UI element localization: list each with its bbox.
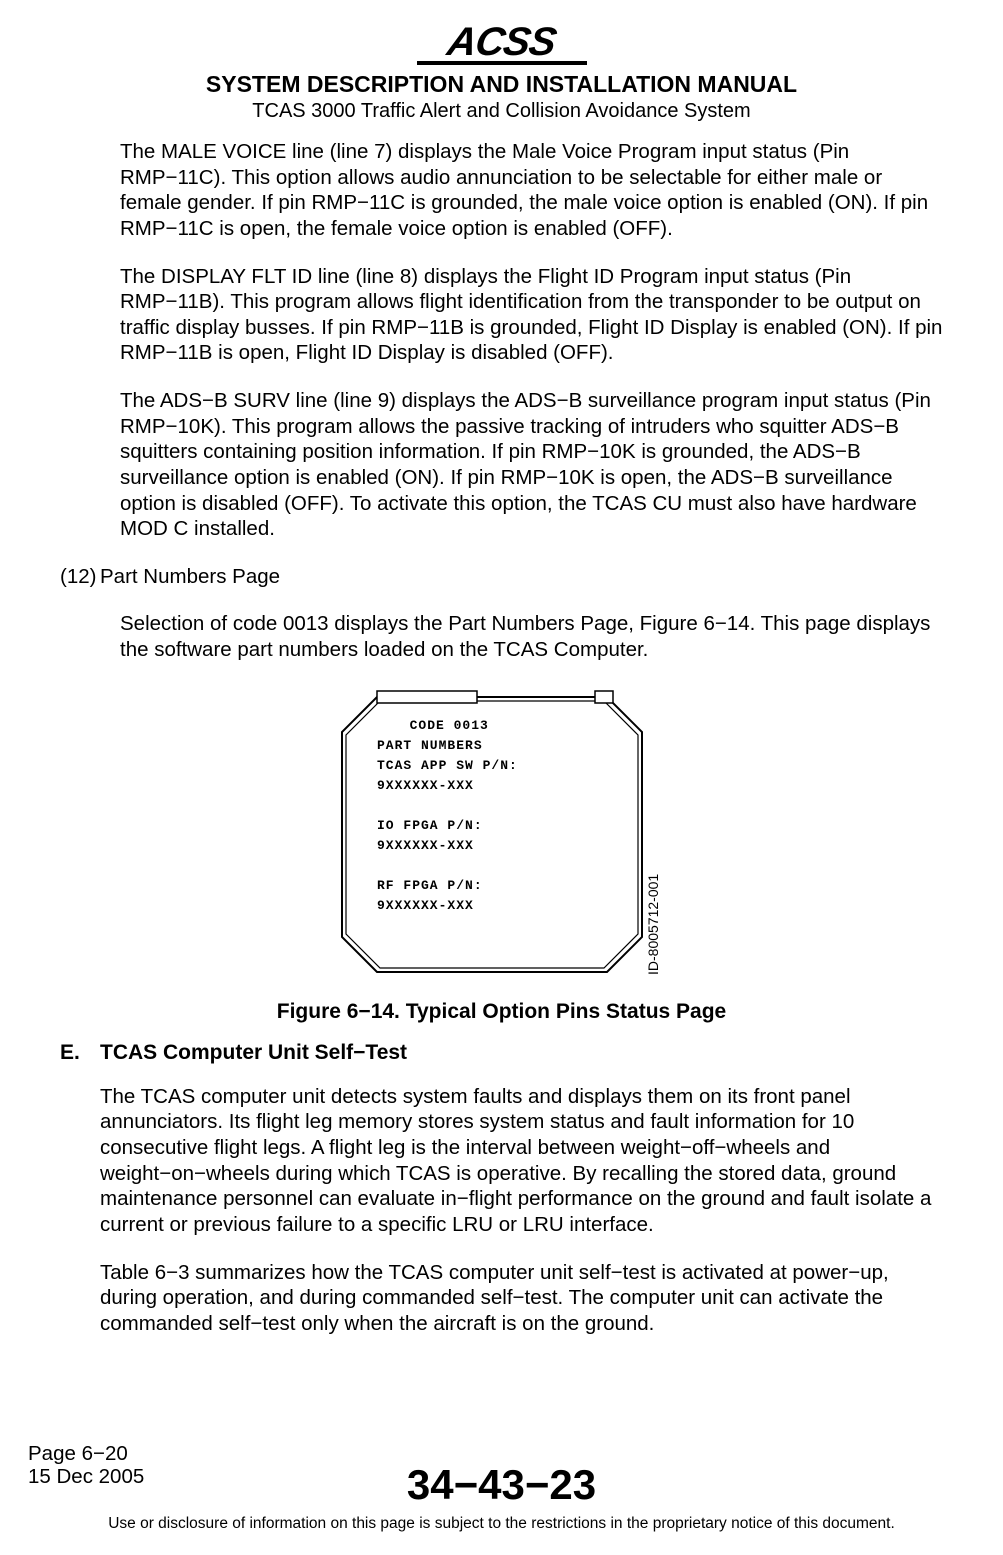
logo: ACSS bbox=[56, 20, 947, 65]
section-e-para-2: Table 6−3 summarizes how the TCAS comput… bbox=[100, 1260, 943, 1337]
para-ads-b-surv: The ADS−B SURV line (line 9) displays th… bbox=[120, 388, 943, 542]
item-12-row: (12) Part Numbers Page bbox=[60, 564, 943, 590]
section-e-letter: E. bbox=[60, 1040, 100, 1066]
figure-caption: Figure 6−14. Typical Option Pins Status … bbox=[60, 999, 943, 1025]
lcd-line-2: TCAS APP SW P/N: bbox=[377, 758, 518, 773]
lcd-line-3: 9XXXXXX-XXX bbox=[377, 778, 474, 793]
lcd-line-6: 9XXXXXX-XXX bbox=[377, 838, 474, 853]
section-e-heading: E. TCAS Computer Unit Self−Test bbox=[60, 1040, 943, 1066]
lcd-line-5: IO FPGA P/N: bbox=[377, 818, 483, 833]
lcd-line-8: RF FPGA P/N: bbox=[377, 878, 483, 893]
footer: 34−43−23 Use or disclosure of informatio… bbox=[0, 1461, 1003, 1533]
lcd-line-0: CODE 0013 bbox=[392, 718, 489, 733]
item-12-number: (12) bbox=[60, 564, 100, 590]
lcd-line-1: PART NUMBERS bbox=[377, 738, 483, 753]
item-12-body: Selection of code 0013 displays the Part… bbox=[120, 611, 943, 662]
doc-code: 34−43−23 bbox=[0, 1461, 1003, 1509]
section-e-para-1: The TCAS computer unit detects system fa… bbox=[100, 1084, 943, 1238]
item-12-title: Part Numbers Page bbox=[100, 564, 943, 590]
section-e-title: TCAS Computer Unit Self−Test bbox=[100, 1040, 407, 1066]
para-display-flt-id: The DISPLAY FLT ID line (line 8) display… bbox=[120, 264, 943, 367]
para-male-voice: The MALE VOICE line (line 7) displays th… bbox=[120, 139, 943, 242]
figure-6-14: CODE 0013 PART NUMBERS TCAS APP SW P/N: … bbox=[60, 685, 943, 1026]
doc-subtitle: TCAS 3000 Traffic Alert and Collision Av… bbox=[60, 100, 943, 123]
lcd-line-9: 9XXXXXX-XXX bbox=[377, 898, 474, 913]
disclaimer: Use or disclosure of information on this… bbox=[0, 1515, 1003, 1533]
doc-title: SYSTEM DESCRIPTION AND INSTALLATION MANU… bbox=[60, 71, 943, 98]
figure-id-label: ID-8005712-001 bbox=[645, 873, 661, 974]
